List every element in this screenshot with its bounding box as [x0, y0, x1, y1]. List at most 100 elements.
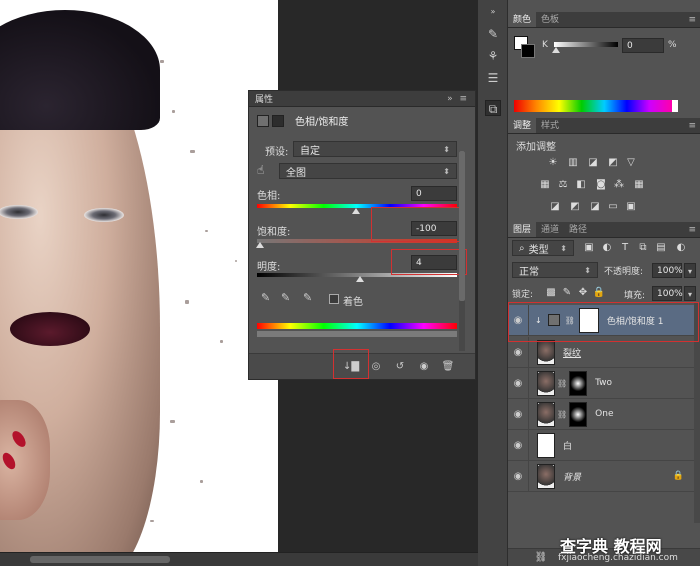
k-slider-track[interactable]: [554, 42, 618, 47]
channel-dropdown[interactable]: 全图 ⬍: [279, 163, 457, 179]
brightness-contrast-icon[interactable]: ☀: [546, 157, 560, 169]
tab-color[interactable]: 颜色: [508, 12, 537, 27]
eyedropper-icon[interactable]: ✎: [261, 291, 270, 304]
filter-type-icon[interactable]: T: [618, 242, 632, 254]
layer-name[interactable]: 白: [563, 439, 572, 452]
lock-pixels-icon[interactable]: ✎: [560, 287, 574, 299]
clone-tool-icon[interactable]: ⚘: [485, 48, 501, 64]
channel-mixer-icon[interactable]: ⁂: [612, 179, 626, 191]
color-lookup-icon[interactable]: ▦: [632, 179, 646, 191]
layer-thumbnail[interactable]: [537, 370, 555, 396]
tab-styles[interactable]: 样式: [536, 118, 564, 133]
color-balance-icon[interactable]: ⚖: [556, 179, 570, 191]
blend-mode-dropdown[interactable]: 正常 ⬍: [512, 262, 598, 278]
invert-icon[interactable]: ◪: [548, 201, 562, 213]
trash-icon[interactable]: 🗑: [441, 360, 455, 374]
eyedropper-plus-icon[interactable]: ✎: [281, 291, 290, 304]
selective-color-icon[interactable]: ▣: [624, 201, 638, 213]
layer-mask-thumbnail[interactable]: [569, 370, 588, 396]
tab-adjustments[interactable]: 调整: [508, 118, 537, 133]
lock-all-icon[interactable]: 🔒: [592, 287, 606, 299]
filter-pixel-icon[interactable]: ▣: [582, 242, 596, 254]
properties-tab[interactable]: 属性: [255, 92, 273, 105]
fill-input[interactable]: 100%: [652, 286, 683, 301]
vibrance-icon[interactable]: ▽: [624, 157, 638, 169]
layer-row[interactable]: ◉ 背景 🔒: [508, 460, 694, 492]
document-canvas[interactable]: [0, 0, 278, 552]
color-spectrum-ramp[interactable]: [514, 100, 672, 112]
saturation-slider-knob[interactable]: [256, 242, 264, 248]
filter-shape-icon[interactable]: ⧉: [636, 242, 650, 254]
lock-position-icon[interactable]: ✥: [576, 287, 590, 299]
layer-thumbnail[interactable]: [537, 463, 555, 489]
colorize-checkbox[interactable]: [329, 294, 339, 304]
posterize-icon[interactable]: ◩: [568, 201, 582, 213]
tab-paths[interactable]: 路径: [564, 222, 592, 237]
eye-icon[interactable]: ◉: [508, 378, 528, 389]
exposure-icon[interactable]: ◩: [606, 157, 620, 169]
hue-input[interactable]: 0: [411, 186, 457, 201]
canvas-horizontal-scrollbar[interactable]: [0, 552, 478, 566]
link-icon[interactable]: ⛓: [557, 379, 567, 388]
panel-menu-icon[interactable]: ≡: [688, 118, 696, 133]
eye-icon[interactable]: ◉: [508, 347, 528, 358]
levels-icon[interactable]: ▥: [566, 157, 580, 169]
scrollbar-thumb[interactable]: [30, 556, 170, 563]
filter-smart-icon[interactable]: ▤: [654, 242, 668, 254]
filter-adjustment-icon[interactable]: ◐: [600, 242, 614, 254]
eye-icon[interactable]: ◉: [417, 360, 431, 374]
lightness-slider-knob[interactable]: [356, 276, 364, 282]
gradient-map-icon[interactable]: ▭: [606, 201, 620, 213]
layer-name[interactable]: 背景: [563, 470, 581, 483]
layer-mask-thumbnail[interactable]: [569, 401, 588, 427]
opacity-arrow-icon[interactable]: ▾: [684, 263, 696, 278]
panel-menu-icon[interactable]: » ≡: [447, 94, 469, 104]
mask-icon[interactable]: [272, 114, 284, 127]
history-tool-icon[interactable]: ☰: [485, 70, 501, 86]
eye-icon[interactable]: ◉: [508, 409, 528, 420]
hue-saturation-icon[interactable]: ▦: [538, 179, 552, 191]
layer-filter-dropdown[interactable]: ⌕ 类型 ⬍: [512, 240, 574, 256]
properties-toggle-icon[interactable]: ⧉: [485, 100, 501, 116]
layer-thumbnail[interactable]: [537, 432, 555, 458]
preset-dropdown[interactable]: 自定 ⬍: [293, 141, 457, 157]
background-color-swatch[interactable]: [521, 44, 535, 58]
fill-arrow-icon[interactable]: ▾: [684, 286, 696, 301]
curves-icon[interactable]: ◪: [586, 157, 600, 169]
black-white-icon[interactable]: ◧: [574, 179, 588, 191]
brush-tool-icon[interactable]: ✎: [485, 26, 501, 42]
k-slider-knob[interactable]: [552, 47, 560, 53]
layer-name[interactable]: Two: [595, 378, 612, 388]
lock-transparent-icon[interactable]: ▩: [544, 287, 558, 299]
layer-row[interactable]: ◉ 白: [508, 429, 694, 461]
opacity-input[interactable]: 100%: [652, 263, 683, 278]
eye-icon[interactable]: ◉: [508, 440, 528, 451]
panel-menu-icon[interactable]: ≡: [688, 12, 696, 27]
photo-filter-icon[interactable]: ◙: [594, 179, 608, 191]
visibility-toggle-icon[interactable]: ◎: [369, 360, 383, 374]
eyedropper-minus-icon[interactable]: ✎: [303, 291, 312, 304]
properties-scrollbar[interactable]: [459, 151, 465, 351]
tab-swatches[interactable]: 色板: [536, 12, 564, 27]
tab-layers[interactable]: 图层: [508, 222, 537, 237]
layer-row[interactable]: ◉ ⛓ One: [508, 398, 694, 430]
layer-row[interactable]: ◉ ⛓ Two: [508, 367, 694, 399]
filter-toggle-icon[interactable]: ◐: [674, 242, 688, 254]
link-layers-icon[interactable]: ⛓: [534, 552, 548, 564]
layer-thumbnail[interactable]: [537, 339, 555, 365]
white-ramp[interactable]: [672, 100, 678, 112]
layer-name[interactable]: 裂纹: [563, 346, 581, 359]
layer-name[interactable]: One: [595, 409, 613, 419]
eye-icon[interactable]: ◉: [508, 471, 528, 482]
panel-menu-icon[interactable]: ≡: [688, 222, 696, 237]
hand-scrub-icon[interactable]: ☝: [257, 163, 264, 177]
reset-icon[interactable]: ↺: [393, 360, 407, 374]
layer-thumbnail[interactable]: [537, 401, 555, 427]
properties-titlebar[interactable]: 属性 » ≡: [249, 91, 475, 107]
hue-slider-knob[interactable]: [352, 208, 360, 214]
threshold-icon[interactable]: ◪: [588, 201, 602, 213]
collapse-icon[interactable]: »: [485, 4, 501, 20]
k-value-input[interactable]: 0: [622, 38, 664, 53]
link-icon[interactable]: ⛓: [557, 410, 567, 419]
scrollbar-thumb[interactable]: [459, 151, 465, 301]
